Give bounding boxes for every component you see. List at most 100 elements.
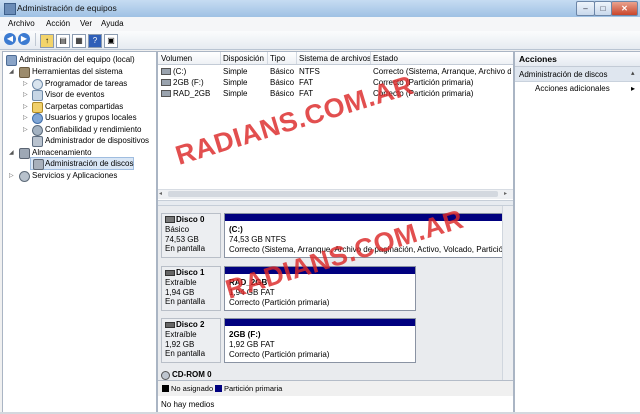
expand-arrow-icon[interactable]: ▷ — [23, 80, 28, 87]
actions-section-disk-management[interactable]: Administración de discos ▴ — [515, 67, 640, 82]
disk-status: En pantalla — [165, 297, 206, 306]
tree-item-label: Carpetas compartidas — [45, 101, 124, 111]
expand-arrow-icon[interactable]: ◢ — [9, 68, 14, 75]
tree-item-label: Almacenamiento — [32, 147, 92, 157]
tree-item-services-apps[interactable]: ▷ Servicios y Aplicaciones — [3, 170, 154, 182]
scroll-right-icon[interactable]: ▸ — [504, 191, 511, 197]
disk-size: 74,53 GB — [165, 234, 199, 244]
collapse-arrow-icon[interactable]: ▴ — [631, 69, 635, 77]
expand-arrow-icon[interactable]: ▷ — [23, 126, 28, 133]
tree-item-label: Usuarios y grupos locales — [45, 113, 137, 122]
show-tree-icon[interactable]: ▤ — [56, 34, 70, 48]
cd-icon — [161, 371, 170, 380]
maximize-button[interactable]: □ — [594, 1, 612, 16]
properties-icon[interactable]: ▦ — [72, 34, 86, 48]
disk-name: CD-ROM 0 — [172, 370, 212, 379]
performance-icon — [32, 124, 43, 136]
tree-item-label: Administración del equipo (local) — [19, 55, 135, 64]
tree-item-task-scheduler[interactable]: ▷ Programador de tareas — [3, 78, 154, 90]
title-bar[interactable]: Administración de equipos – □ ✕ — [0, 0, 640, 18]
close-button[interactable]: ✕ — [611, 1, 638, 16]
back-icon[interactable]: ◀ — [4, 33, 16, 45]
column-divider[interactable] — [267, 52, 268, 64]
tree-item-event-viewer[interactable]: ▷ Visor de eventos — [3, 89, 154, 101]
storage-icon — [19, 147, 30, 159]
cell-volumen: (C:) — [173, 67, 187, 76]
shared-folder-icon — [32, 101, 43, 113]
disk-icon — [165, 216, 175, 223]
column-disposicion[interactable]: Disposición — [223, 54, 264, 63]
expand-arrow-icon[interactable]: ▷ — [23, 103, 28, 110]
partition-size: 74,53 GB NTFS — [229, 235, 286, 244]
column-divider[interactable] — [220, 52, 221, 64]
actions-section-label: Administración de discos — [519, 70, 608, 79]
tools-icon — [19, 67, 30, 78]
minimize-button[interactable]: – — [576, 1, 595, 16]
disk-type: Extraíble — [165, 278, 197, 287]
column-volumen[interactable]: Volumen — [161, 54, 192, 63]
clock-icon — [32, 78, 43, 90]
legend-primary-partition: Partición primaria — [224, 384, 283, 393]
expand-arrow-icon[interactable]: ▷ — [23, 91, 28, 98]
cell-disposicion: Simple — [223, 89, 248, 98]
scroll-left-icon[interactable]: ◂ — [159, 191, 166, 197]
disk-management-icon — [33, 159, 44, 170]
disk-1-label[interactable]: Disco 1 Extraíble 1,94 GB En pantalla — [161, 266, 221, 311]
volume-list-header: Volumen Disposición Tipo Sistema de arch… — [158, 52, 513, 65]
menu-archivo[interactable]: Archivo — [8, 19, 35, 28]
table-row[interactable]: 2GB (F:) Simple Básico FAT Correcto (Par… — [158, 77, 513, 88]
table-row[interactable]: (C:) Simple Básico NTFS Correcto (Sistem… — [158, 66, 513, 77]
tree-item-computer-management[interactable]: Administración del equipo (local) — [3, 54, 154, 66]
legend-unallocated: No asignado — [171, 384, 214, 393]
removable-disk-icon — [165, 270, 175, 276]
column-tipo[interactable]: Tipo — [270, 54, 285, 63]
cell-disposicion: Simple — [223, 78, 248, 87]
toolbar: ◀ ▶ ↑ ▤ ▦ ? ▣ — [0, 31, 640, 50]
cell-tipo: Básico — [270, 89, 295, 98]
disk-size: 1,92 GB — [165, 339, 195, 349]
tree-item-system-tools[interactable]: ◢ Herramientas del sistema — [3, 66, 154, 78]
disk-status: En pantalla — [165, 349, 206, 358]
menu-accion[interactable]: Acción — [46, 19, 70, 28]
expand-arrow-icon[interactable]: ▷ — [9, 172, 14, 179]
additional-actions-link[interactable]: Acciones adicionales ▸ — [535, 84, 637, 96]
tree-item-disk-management[interactable]: Administración de discos — [30, 157, 134, 170]
vertical-scrollbar[interactable] — [502, 206, 513, 380]
horizontal-scrollbar[interactable]: ◂ ▸ — [158, 189, 513, 199]
tree-item-label: Herramientas del sistema — [32, 67, 123, 76]
forward-icon[interactable]: ▶ — [18, 33, 30, 45]
menu-ayuda[interactable]: Ayuda — [101, 19, 124, 28]
disk-0-label[interactable]: Disco 0 Básico 74,53 GB En pantalla — [161, 213, 221, 258]
tree-item-label: Visor de eventos — [45, 90, 105, 99]
disk-2-label[interactable]: Disco 2 Extraíble 1,92 GB En pantalla — [161, 318, 221, 363]
disk-type: Básico — [165, 225, 190, 234]
computer-management-icon — [4, 3, 16, 15]
expand-arrow-icon[interactable]: ▷ — [23, 114, 28, 121]
tree-item-label: Administrador de dispositivos — [45, 136, 150, 145]
column-estado[interactable]: Estado — [373, 54, 398, 63]
tree-item-shared-folders[interactable]: ▷ Carpetas compartidas — [3, 101, 154, 113]
help-icon[interactable]: ? — [88, 34, 102, 48]
volume-icon — [161, 68, 171, 75]
removable-disk-icon — [165, 322, 175, 328]
services-icon — [19, 170, 30, 182]
tree-item-local-users[interactable]: ▷ Usuarios y grupos locales — [3, 112, 154, 124]
volume-icon — [161, 90, 171, 97]
partition-2gb-f[interactable]: 2GB (F:) 1,92 GB FAT Correcto (Partición… — [224, 318, 416, 363]
toolbar-separator — [35, 33, 36, 46]
column-divider[interactable] — [370, 52, 371, 64]
volume-icon — [161, 79, 171, 86]
console-icon[interactable]: ▣ — [104, 34, 118, 48]
column-sistema-archivos[interactable]: Sistema de archivos — [299, 54, 371, 63]
tree-item-reliability[interactable]: ▷ Confiabilidad y rendimiento — [3, 124, 154, 136]
additional-actions-label: Acciones adicionales — [535, 84, 610, 93]
column-divider[interactable] — [296, 52, 297, 64]
cell-sistema-archivos: FAT — [299, 89, 314, 98]
scroll-thumb[interactable] — [168, 191, 498, 197]
tree-item-device-manager[interactable]: Administrador de dispositivos — [3, 135, 154, 147]
expand-arrow-icon[interactable]: ◢ — [9, 149, 14, 156]
disk-status: En pantalla — [165, 244, 206, 253]
window-title: Administración de equipos — [17, 3, 117, 13]
up-icon[interactable]: ↑ — [40, 34, 54, 48]
menu-ver[interactable]: Ver — [80, 19, 92, 28]
